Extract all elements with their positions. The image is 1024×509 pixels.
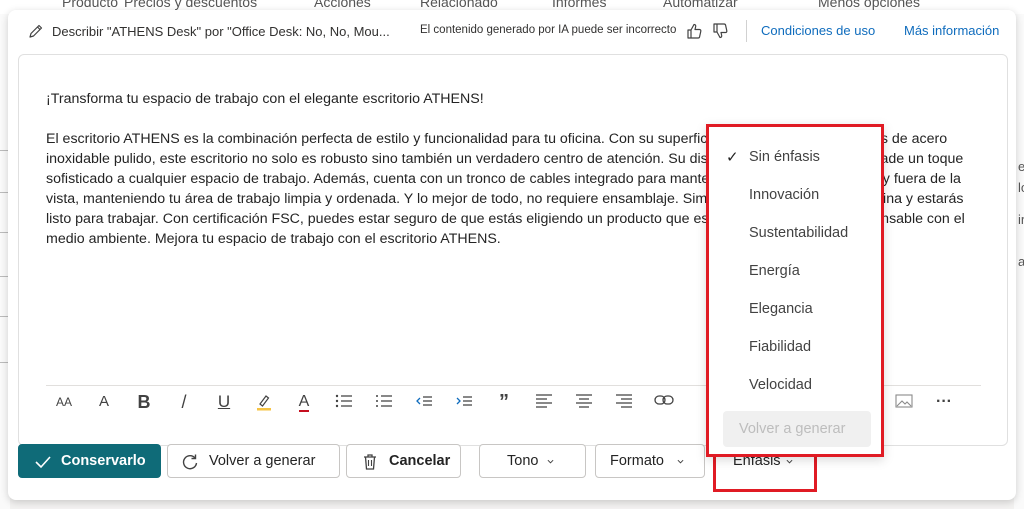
align-center-icon[interactable]: [572, 392, 596, 412]
italic-button[interactable]: /: [172, 392, 196, 412]
bulleted-list-icon[interactable]: [332, 392, 356, 412]
thumbs-up-icon[interactable]: [685, 22, 703, 40]
menu-item-energia[interactable]: Energía: [709, 257, 881, 287]
terms-of-use-link[interactable]: Condiciones de uso: [761, 23, 875, 38]
bg-nav-informes: Informes: [552, 0, 607, 10]
bold-button[interactable]: B: [132, 392, 156, 412]
menu-item-innovacion[interactable]: Innovación: [709, 181, 881, 211]
bg-nav-relacionado: Relacionado: [420, 0, 498, 10]
keep-button[interactable]: Conservarlo: [18, 444, 161, 478]
emphasis-menu: ✓ Sin énfasis Innovación Sustentabilidad…: [706, 124, 884, 457]
image-icon[interactable]: [892, 392, 916, 412]
quote-button[interactable]: ”: [492, 392, 516, 412]
menu-item-sustentabilidad[interactable]: Sustentabilidad: [709, 219, 881, 249]
more-info-link[interactable]: Más información: [904, 23, 999, 38]
bg-nav-automatizar: Automatizar: [663, 0, 738, 10]
bg-nav-menos-opciones: Menos opciones: [818, 0, 920, 10]
menu-item-fiabilidad[interactable]: Fiabilidad: [709, 333, 881, 363]
decrease-indent-icon[interactable]: [412, 392, 436, 412]
trash-icon: [364, 454, 376, 470]
increase-indent-icon[interactable]: [452, 392, 476, 412]
format-dropdown[interactable]: Formato: [595, 444, 705, 478]
bg-nav-precios: Precios y descuentos: [124, 0, 258, 10]
numbered-list-icon[interactable]: [372, 392, 396, 412]
chevron-down-icon: [547, 459, 554, 464]
panel-title: Describir "ATHENS Desk" por "Office Desk…: [52, 24, 390, 39]
chevron-down-icon: [677, 459, 684, 464]
editor-paragraph-1: ¡Transforma tu espacio de trabajo con el…: [46, 91, 484, 107]
bg-nav-producto: Producto: [62, 0, 119, 10]
font-color-button[interactable]: A: [292, 392, 316, 412]
pencil-icon: [29, 24, 43, 38]
bg-nav-acciones: Acciones: [314, 0, 371, 10]
header-divider: [746, 20, 747, 42]
menu-regenerate-button: Volver a generar: [723, 411, 871, 447]
more-options-icon[interactable]: ···: [932, 392, 956, 412]
align-left-icon[interactable]: [532, 392, 556, 412]
cancel-button[interactable]: Cancelar: [346, 444, 461, 478]
underline-button[interactable]: U: [212, 392, 236, 412]
highlight-icon[interactable]: [252, 392, 276, 412]
menu-item-sin-enfasis[interactable]: ✓ Sin énfasis: [709, 143, 881, 173]
panel-header: Describir "ATHENS Desk" por "Office Desk…: [8, 10, 1016, 52]
menu-item-elegancia[interactable]: Elegancia: [709, 295, 881, 325]
font-style-button[interactable]: A: [92, 392, 116, 412]
font-size-button[interactable]: AA: [52, 392, 76, 412]
thumbs-down-icon[interactable]: [711, 22, 729, 40]
regenerate-button[interactable]: Volver a generar: [167, 444, 340, 478]
checkmark-icon: ✓: [726, 149, 739, 166]
menu-item-velocidad[interactable]: Velocidad: [709, 371, 881, 401]
align-right-icon[interactable]: [612, 392, 636, 412]
refresh-icon: [182, 454, 198, 470]
link-icon[interactable]: [652, 392, 676, 412]
ai-disclaimer: El contenido generado por IA puede ser i…: [420, 24, 677, 36]
checkmark-icon: [35, 456, 51, 469]
tone-dropdown[interactable]: Tono: [479, 444, 586, 478]
